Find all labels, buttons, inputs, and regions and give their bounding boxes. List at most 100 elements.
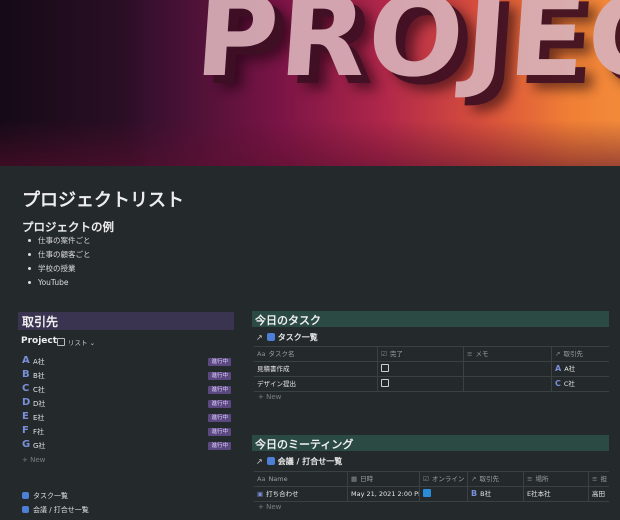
letter-b-icon: B — [22, 369, 30, 380]
database-icon — [266, 333, 275, 341]
bullet-icon — [28, 239, 31, 242]
task-name[interactable]: 見積書作成 — [254, 362, 378, 376]
owner-cell[interactable]: 高田 — [589, 487, 609, 501]
memo-cell[interactable] — [464, 377, 552, 391]
table-row[interactable]: 見積書作成 A A社 — [254, 362, 609, 377]
datetime-cell[interactable]: May 21, 2021 2:00 PM — [348, 487, 420, 501]
status-badge: 進行中 — [208, 400, 231, 408]
table-row[interactable]: デザイン提出 C C社 — [254, 377, 609, 392]
new-task-button[interactable]: + New — [258, 393, 281, 401]
checkbox-icon: ☑ — [381, 350, 387, 358]
letter-b-icon: B — [471, 489, 478, 498]
tasks-table: Aa タスク名 ☑ 完了 ≡ メモ ↗ 取引先 見積書作成 A A社 デザイン提出 C C社 — [254, 346, 609, 392]
client-name: A社 — [33, 358, 45, 366]
letter-a-icon: A — [555, 364, 562, 373]
meeting-name-text: 打ち合わせ — [266, 490, 299, 498]
letter-f-icon: F — [22, 425, 29, 436]
client-name: A社 — [564, 365, 576, 373]
column-label: 担 — [600, 475, 607, 483]
column-label: 完了 — [389, 350, 403, 358]
status-badge: 進行中 — [208, 414, 231, 422]
meeting-name[interactable]: ▣ 打ち合わせ — [254, 487, 348, 501]
list-item-text: 仕事の案件ごと — [38, 236, 91, 245]
column-header[interactable]: ▦ 日時 — [348, 472, 420, 486]
list-item[interactable]: G G社 進行中 — [20, 439, 233, 453]
link-task-list[interactable]: タスク一覧 — [22, 489, 89, 503]
list-item[interactable]: E E社 進行中 — [20, 411, 233, 425]
database-icon — [266, 457, 275, 465]
done-checkbox[interactable] — [381, 379, 389, 387]
calendar-icon: ▦ — [351, 475, 358, 483]
meetings-heading: 今日のミーティング — [252, 435, 609, 451]
memo-cell[interactable] — [464, 362, 552, 376]
column-label: 取引先 — [563, 350, 583, 358]
plus-icon: + — [22, 456, 28, 464]
list-item-text: 仕事の顧客ごと — [38, 250, 91, 259]
project-list: A A社 進行中 B B社 進行中 C C社 進行中 D D社 進行中 E E社 進行中 F F社 進行… — [20, 355, 233, 453]
view-switcher[interactable]: リスト ⌄ — [57, 337, 95, 347]
bullet-icon — [28, 281, 31, 284]
meetings-heading-text: 今日のミーティング — [255, 438, 354, 451]
list-item: 仕事の顧客ごと — [22, 248, 91, 262]
column-header[interactable]: ≡ 場所 — [524, 472, 589, 486]
text-icon: Aa — [257, 475, 266, 483]
list-item[interactable]: A A社 進行中 — [20, 355, 233, 369]
db-title: タスク一覧 — [277, 333, 318, 342]
clients-heading: 取引先 — [18, 312, 234, 330]
column-label: Name — [268, 475, 288, 483]
new-label: New — [266, 393, 282, 401]
column-header[interactable]: Aa タスク名 — [254, 347, 378, 361]
list-item[interactable]: D D社 進行中 — [20, 397, 233, 411]
table-header: Aa Name ▦ 日時 ☑ オンライン ↗ 取引先 ≡ 場所 ≡ 担 — [254, 472, 609, 487]
task-name[interactable]: デザイン提出 — [254, 377, 378, 391]
done-checkbox[interactable] — [381, 364, 389, 372]
new-label: New — [266, 503, 282, 511]
meetings-db-link[interactable]: ↗ 会議 / 打合せ一覧 — [256, 456, 342, 467]
client-cell[interactable]: C C社 — [552, 377, 609, 391]
page-title: プロジェクトリスト — [22, 190, 184, 211]
new-meeting-button[interactable]: + New — [258, 503, 281, 511]
bullet-icon — [28, 267, 31, 270]
table-header: Aa タスク名 ☑ 完了 ≡ メモ ↗ 取引先 — [254, 347, 609, 362]
column-header[interactable]: ↗ 取引先 — [552, 347, 609, 361]
page-links: タスク一覧 会議 / 打合せ一覧 — [22, 489, 89, 517]
column-header[interactable]: Aa Name — [254, 472, 348, 486]
client-cell[interactable]: B B社 — [468, 487, 524, 501]
client-cell[interactable]: A A社 — [552, 362, 609, 376]
link-meeting-list[interactable]: 会議 / 打合せ一覧 — [22, 503, 89, 517]
status-badge: 進行中 — [208, 386, 231, 394]
list-view-icon — [57, 338, 65, 346]
place-cell[interactable]: E社本社 — [524, 487, 589, 501]
status-badge: 進行中 — [208, 428, 231, 436]
column-header[interactable]: ☑ オンライン — [420, 472, 468, 486]
column-header[interactable]: ↗ 取引先 — [468, 472, 524, 486]
arrow-up-right-icon: ↗ — [256, 457, 263, 466]
lines-icon: ≡ — [592, 475, 598, 483]
link-text: 会議 / 打合せ一覧 — [33, 506, 89, 514]
database-icon — [22, 492, 29, 499]
db-title: 会議 / 打合せ一覧 — [277, 457, 343, 466]
letter-c-icon: C — [22, 383, 30, 394]
view-label: リスト — [68, 339, 88, 347]
table-row[interactable]: ▣ 打ち合わせ May 21, 2021 2:00 PM B B社 E社本社 高田 — [254, 487, 609, 502]
column-header[interactable]: ☑ 完了 — [378, 347, 464, 361]
column-label: メモ — [475, 350, 489, 358]
online-cell — [420, 487, 468, 501]
project-db-title[interactable]: Project — [21, 336, 57, 346]
letter-g-icon: G — [22, 439, 31, 450]
new-project-button[interactable]: + New — [22, 456, 45, 464]
column-label: 日時 — [360, 475, 374, 483]
column-header[interactable]: ≡ メモ — [464, 347, 552, 361]
column-header[interactable]: ≡ 担 — [589, 472, 609, 486]
client-name: F社 — [33, 428, 45, 436]
client-name: B社 — [480, 490, 492, 498]
list-item: 仕事の案件ごと — [22, 234, 91, 248]
online-checkbox[interactable] — [423, 489, 431, 497]
text-icon: Aa — [257, 350, 266, 358]
list-item[interactable]: B B社 進行中 — [20, 369, 233, 383]
list-item[interactable]: C C社 進行中 — [20, 383, 233, 397]
tasks-db-link[interactable]: ↗ タスク一覧 — [256, 332, 318, 343]
letter-a-icon: A — [22, 355, 30, 366]
list-item[interactable]: F F社 進行中 — [20, 425, 233, 439]
client-name: G社 — [33, 442, 46, 450]
